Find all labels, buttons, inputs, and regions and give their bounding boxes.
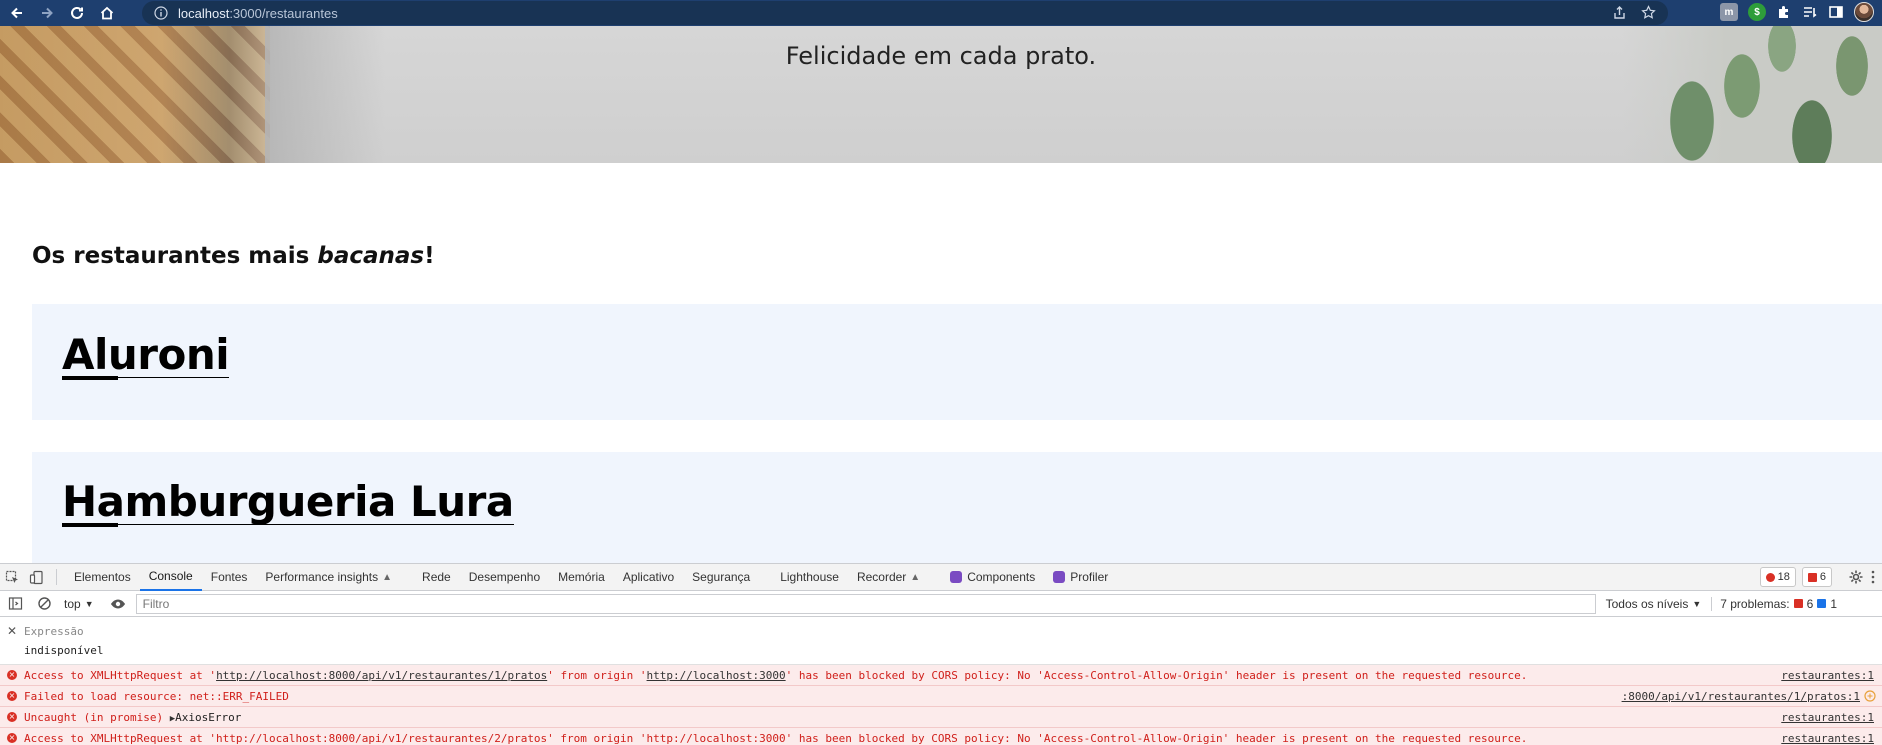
reading-list-icon[interactable] (1802, 4, 1818, 20)
arrow-left-icon (11, 7, 22, 19)
error-icon: × (7, 712, 17, 722)
share-icon[interactable] (1612, 5, 1627, 20)
error-icon (1765, 572, 1775, 582)
reload-icon (71, 6, 83, 19)
info-icon (1817, 599, 1827, 608)
inspect-element-button[interactable] (0, 565, 24, 589)
log-url-link[interactable]: http://localhost:3000 (647, 669, 786, 682)
tab-desempenho[interactable]: Desempenho (460, 564, 549, 591)
section-title-emphasis: bacanas (317, 243, 425, 269)
tab-seguranca[interactable]: Segurança (683, 564, 759, 591)
tab-fontes[interactable]: Fontes (202, 564, 257, 591)
inspect-cursor-icon (5, 570, 18, 583)
log-message: Uncaught (in promise) ▶AxiosError (24, 710, 242, 724)
extension-dollar-icon[interactable]: $ (1748, 3, 1766, 21)
context-selector[interactable]: top ▼ (64, 597, 94, 611)
toolbar-divider (56, 569, 57, 585)
log-source-link[interactable]: restaurantes:1 (1781, 711, 1874, 724)
issue-flag-icon (1793, 599, 1803, 608)
dropdown-arrow-icon: ▼ (1692, 598, 1702, 609)
log-message: Failed to load resource: net::ERR_FAILED (24, 689, 289, 703)
tab-recorder[interactable]: Recorder ▲ (848, 564, 929, 591)
log-source-link[interactable]: restaurantes:1 (1781, 669, 1874, 682)
profile-avatar[interactable] (1854, 2, 1874, 22)
issue-count-badge[interactable]: 6 (1801, 567, 1832, 587)
log-message: Access to XMLHttpRequest at 'http://loca… (24, 731, 1528, 745)
settings-gear-icon[interactable] (1848, 569, 1864, 585)
devtools-tabbar: Elementos Console Fontes Performance ins… (0, 564, 1882, 591)
console-filter-input[interactable]: Filtro (135, 593, 1596, 614)
extension-m-icon[interactable]: m (1720, 3, 1738, 21)
tab-performance-insights[interactable]: Performance insights ▲ (256, 564, 401, 591)
forward-button[interactable] (34, 0, 60, 26)
log-source-link[interactable]: restaurantes:1 (1781, 732, 1874, 745)
live-expression-eye-icon[interactable] (110, 596, 126, 612)
experimental-flask-icon: ▲ (382, 571, 393, 583)
error-object[interactable]: AxiosError (175, 711, 241, 724)
back-button[interactable] (4, 0, 30, 26)
console-filter-bar: top ▼ Filtro Todos os níveis ▼ 7 problemas… (0, 591, 1882, 617)
address-bar[interactable]: localhost:3000/restaurantes (142, 1, 1668, 25)
side-panel-icon[interactable] (1828, 4, 1844, 20)
title-underline-accent (62, 376, 118, 381)
site-info-icon[interactable] (154, 6, 168, 20)
log-message: Access to XMLHttpRequest at 'http://loca… (24, 668, 1528, 682)
title-underline-accent (62, 523, 118, 528)
console-error-row: × Access to XMLHttpRequest at 'http://lo… (0, 728, 1882, 745)
error-icon: × (7, 670, 17, 680)
clear-console-icon[interactable] (37, 596, 52, 611)
more-options-icon[interactable] (1870, 569, 1876, 585)
tab-aplicativo[interactable]: Aplicativo (614, 564, 683, 591)
section-title: Os restaurantes mais bacanas! (32, 243, 435, 269)
react-icon (1053, 571, 1066, 583)
log-url-link[interactable]: http://localhost:8000/api/v1/restaurante… (216, 669, 547, 682)
log-source-link[interactable]: :8000/api/v1/restaurantes/1/pratos:1 (1622, 690, 1860, 703)
issue-flag-icon (1807, 572, 1817, 582)
error-icon: × (7, 733, 17, 743)
home-icon (100, 6, 114, 20)
reload-button[interactable] (64, 0, 90, 26)
live-expression: ✕ Expressão indisponível (0, 617, 1882, 665)
home-button[interactable] (94, 0, 120, 26)
experimental-flask-icon: ▲ (910, 571, 921, 583)
arrow-right-icon (42, 7, 53, 19)
error-icon: × (7, 691, 17, 701)
tab-elementos[interactable]: Elementos (65, 564, 140, 591)
bookmark-star-icon[interactable] (1641, 5, 1656, 20)
console-sidebar-icon[interactable] (8, 596, 23, 611)
tab-rede[interactable]: Rede (413, 564, 460, 591)
restaurant-card: Hamburgueria Lura (32, 452, 1882, 563)
error-count-badge[interactable]: 18 (1759, 567, 1796, 587)
browser-toolbar: localhost:3000/restaurantes m $ (0, 0, 1882, 26)
react-icon (950, 571, 963, 583)
devtools-panel: Elementos Console Fontes Performance ins… (0, 563, 1882, 745)
dropdown-arrow-icon: ▼ (84, 598, 94, 609)
restaurant-name: Aluroni (62, 330, 230, 381)
console-error-row: × Failed to load resource: net::ERR_FAIL… (0, 686, 1882, 707)
tab-lighthouse[interactable]: Lighthouse (771, 564, 848, 591)
tab-profiler[interactable]: Profiler (1044, 564, 1117, 591)
device-icon (29, 570, 43, 584)
tab-memoria[interactable]: Memória (549, 564, 614, 591)
hero-tagline: Felicidade em cada prato. (785, 42, 1097, 70)
tab-components[interactable]: Components (941, 564, 1044, 591)
device-toolbar-button[interactable] (24, 565, 48, 589)
restaurant-name: Hamburgueria Lura (62, 477, 514, 528)
hero-banner: Felicidade em cada prato. (0, 26, 1882, 163)
problems-button[interactable]: 7 problemas: 6 1 (1711, 596, 1837, 611)
console-error-row: × Uncaught (in promise) ▶AxiosError rest… (0, 707, 1882, 728)
url-text: localhost:3000/restaurantes (178, 5, 338, 21)
restaurant-card: Aluroni (32, 304, 1882, 420)
remove-expression-close-icon[interactable]: ✕ (7, 624, 17, 638)
console-error-row: × Access to XMLHttpRequest at 'http://lo… (0, 665, 1882, 686)
tab-console[interactable]: Console (139, 564, 202, 591)
log-levels-dropdown[interactable]: Todos os níveis ▼ (1606, 597, 1702, 611)
extensions-puzzle-icon[interactable] (1776, 4, 1792, 20)
expression-value: indisponível (24, 644, 104, 657)
expression-label[interactable]: Expressão (24, 625, 84, 638)
network-request-icon[interactable] (1864, 690, 1876, 702)
